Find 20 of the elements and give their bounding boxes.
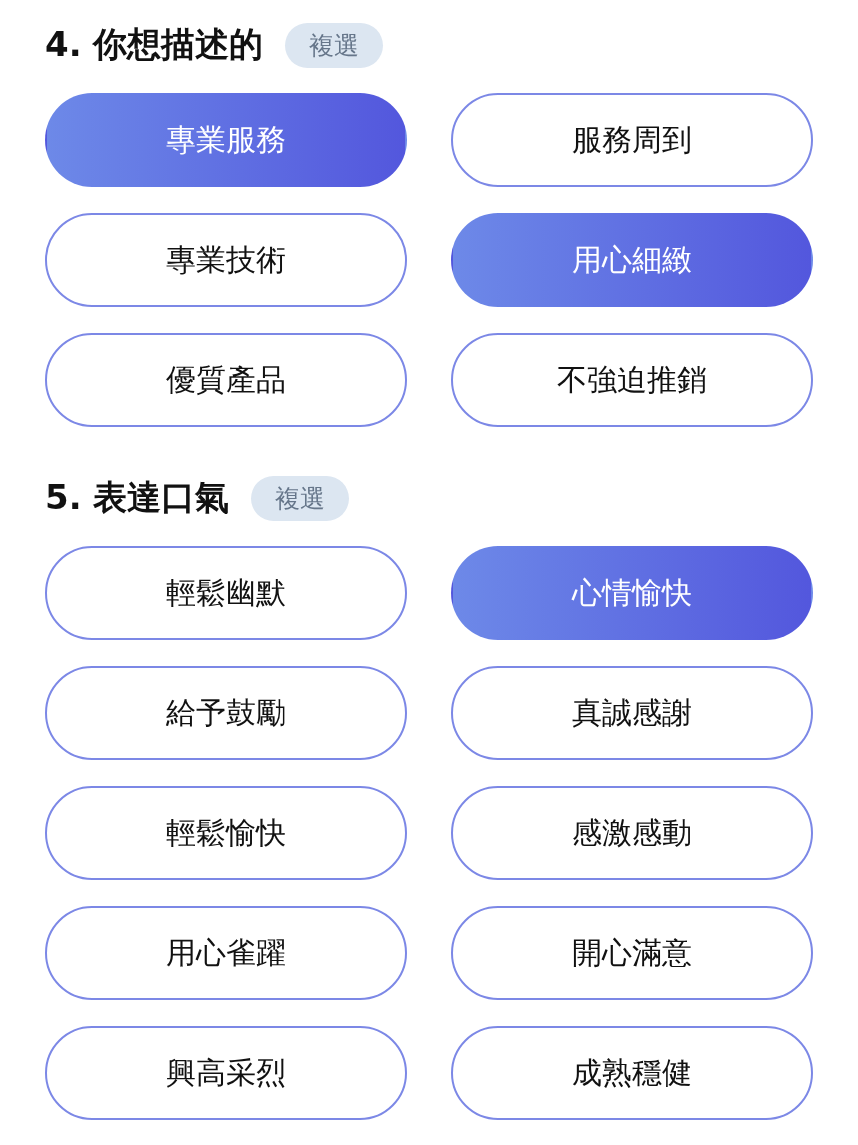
option-button[interactable]: 專業技術 (45, 213, 407, 307)
option-button[interactable]: 感激感動 (451, 786, 813, 880)
option-button[interactable]: 真誠感謝 (451, 666, 813, 760)
option-button[interactable]: 成熟穩健 (451, 1026, 813, 1120)
option-button[interactable]: 用心細緻 (451, 213, 813, 307)
option-button[interactable]: 不強迫推銷 (451, 333, 813, 427)
option-button[interactable]: 心情愉快 (451, 546, 813, 640)
option-button[interactable]: 興高采烈 (45, 1026, 407, 1120)
section-title: 5. 表達口氣 (45, 476, 230, 519)
option-button[interactable]: 開心滿意 (451, 906, 813, 1000)
option-button[interactable]: 輕鬆幽默 (45, 546, 407, 640)
section-title: 4. 你想描述的 (45, 23, 264, 66)
option-button[interactable]: 用心雀躍 (45, 906, 407, 1000)
multi-select-badge: 複選 (285, 22, 384, 68)
option-button[interactable]: 優質產品 (45, 333, 407, 427)
option-button[interactable]: 輕鬆愉快 (45, 786, 407, 880)
option-button[interactable]: 專業服務 (45, 93, 407, 187)
multi-select-badge: 複選 (251, 475, 350, 521)
option-button[interactable]: 給予鼓勵 (45, 666, 407, 760)
option-button[interactable]: 服務周到 (451, 93, 813, 187)
